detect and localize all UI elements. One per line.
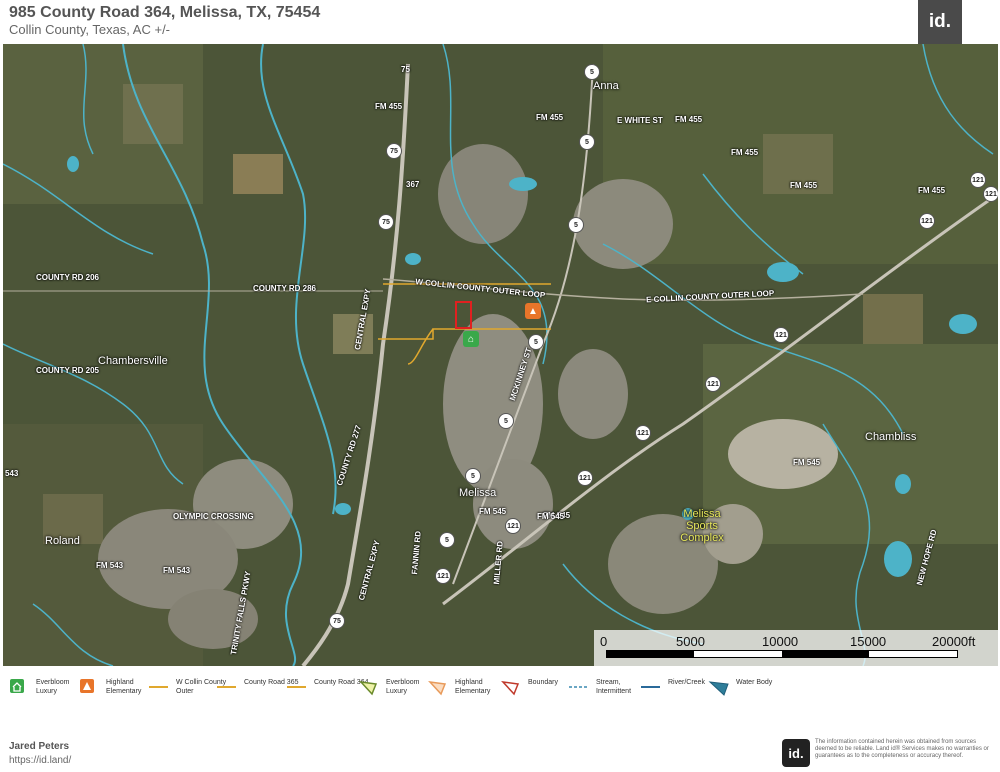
page-subtitle: Collin County, Texas, AC +/-	[9, 22, 171, 37]
line-icon	[217, 686, 236, 688]
legend-item: Highland Elementary	[427, 678, 510, 696]
scale-tick: 10000	[762, 634, 799, 649]
road-label: FM 545	[479, 507, 507, 516]
road-label: FM 455	[375, 102, 403, 111]
place-label: Chambliss	[865, 431, 917, 443]
route-shield: 121	[505, 518, 521, 534]
footer-logo: id.	[782, 739, 810, 767]
route-shield: 5	[584, 64, 600, 80]
scale-tick: 0	[600, 634, 608, 649]
route-shield: 5	[439, 532, 455, 548]
place-label: Anna	[593, 80, 619, 92]
route-shield: 121	[577, 470, 593, 486]
road-label: FM 455	[790, 181, 818, 190]
route-shield: 5	[498, 413, 514, 429]
road-label: FM 545	[537, 512, 565, 521]
road-label: COUNTY RD 286	[253, 284, 316, 293]
road-label: FM 455	[536, 113, 564, 122]
line-icon	[641, 686, 660, 688]
agent-name: Jared Peters	[9, 741, 70, 752]
road-label: COUNTY RD 206	[36, 273, 99, 282]
scale-tick: 20000ft	[932, 634, 976, 649]
home-icon	[10, 679, 24, 693]
route-shield: 121	[635, 425, 651, 441]
route-shield: 5	[568, 217, 584, 233]
route-shield: 121	[983, 186, 998, 202]
scale-bar: 0 5000 10000 15000 20000ft	[594, 630, 998, 666]
route-shield: 75	[378, 214, 394, 230]
home-icon[interactable]: ⌂	[463, 331, 479, 347]
agent-url[interactable]: https://id.land/	[9, 755, 71, 766]
road-label: FM 455	[675, 115, 703, 124]
place-label: Roland	[45, 535, 80, 547]
disclaimer: The information contained herein was obt…	[815, 739, 989, 759]
road-label: COUNTY RD 205	[36, 366, 99, 375]
route-shield: 75	[329, 613, 345, 629]
header: 985 County Road 364, Melissa, TX, 75454 …	[0, 0, 1000, 44]
road-label: OLYMPIC CROSSING	[173, 512, 254, 521]
line-icon	[287, 686, 306, 688]
place-label: Melissa	[459, 487, 497, 499]
road-label: FM 455	[918, 186, 946, 195]
road-label: FM 545	[793, 458, 821, 467]
road-label: FM 543	[96, 561, 124, 570]
scale-tick: 5000	[676, 634, 705, 649]
road-label: 543	[5, 469, 19, 478]
line-icon	[149, 686, 168, 688]
brand-logo[interactable]: id.	[918, 0, 962, 44]
route-shield: 5	[579, 134, 595, 150]
polygon-icon	[359, 680, 378, 696]
place-label: Chambersville	[98, 355, 168, 367]
place-label: Melissa Sports Complex	[680, 508, 724, 544]
route-shield: 5	[465, 468, 481, 484]
scale-bar-graphic	[606, 650, 958, 658]
page-title: 985 County Road 364, Melissa, TX, 75454	[9, 4, 321, 21]
road-label: 367	[406, 180, 420, 189]
road-label: E WHITE ST	[617, 116, 663, 125]
legend-item: County Road 364	[286, 678, 369, 696]
school-icon[interactable]: ▲	[525, 303, 541, 319]
legend-label: Water Body	[736, 679, 773, 686]
route-shield: 121	[970, 172, 986, 188]
legend-item: Stream, Intermittent	[568, 678, 651, 696]
scale-tick: 15000	[850, 634, 887, 649]
brand-logo-text: id.	[928, 11, 952, 32]
route-shield: 75	[386, 143, 402, 159]
road-label: FM 455	[731, 148, 759, 157]
route-shield: 121	[705, 376, 721, 392]
legend-item: Water Body	[708, 678, 791, 696]
route-shield: 121	[919, 213, 935, 229]
road-label: 75	[401, 65, 410, 74]
route-shield: 121	[773, 327, 789, 343]
polygon-icon	[501, 680, 520, 696]
map-legend: Everbloom Luxury Highland Elementary W C…	[0, 672, 1000, 702]
school-icon	[80, 679, 94, 693]
route-shield: 121	[435, 568, 451, 584]
map-canvas[interactable]: 75 FM 455 FM 455 E WHITE ST FM 455 FM 45…	[3, 44, 998, 666]
polygon-icon	[708, 681, 729, 696]
polygon-icon	[428, 680, 447, 696]
line-icon	[569, 686, 588, 688]
route-shield: 5	[528, 334, 544, 350]
road-label: FM 543	[163, 566, 191, 575]
